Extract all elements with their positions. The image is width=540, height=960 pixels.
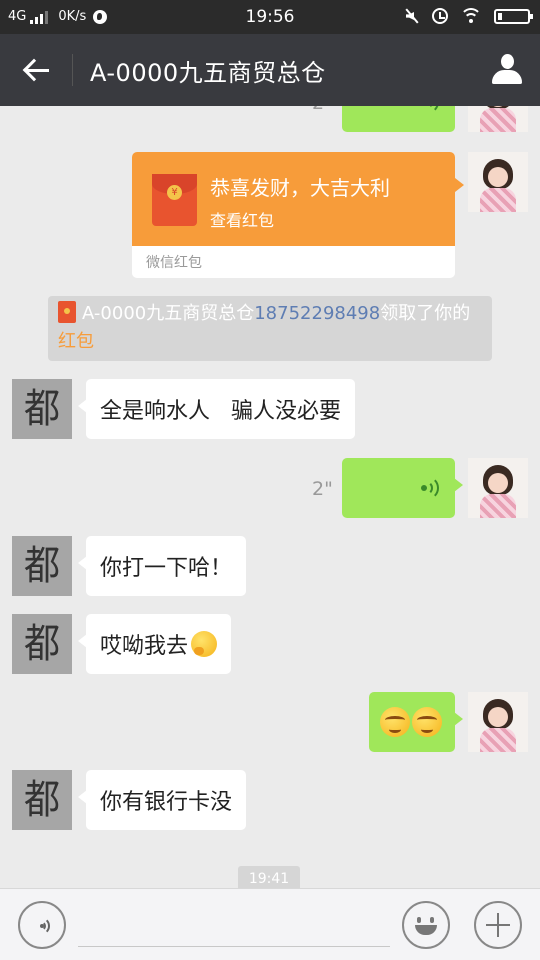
bubble-tail [455,178,464,192]
voice-wave-icon [419,476,441,500]
my-avatar[interactable] [468,152,528,212]
contact-avatar[interactable]: 都 [12,379,72,439]
back-arrow-icon [23,59,49,81]
emoji-message-bubble[interactable] [369,692,463,752]
message-timestamp: 19:41 [238,866,300,888]
red-packet-link[interactable]: 红包 [58,331,94,352]
message-text: 你有银行卡没 [100,790,233,815]
mute-icon [404,8,420,24]
back-button[interactable] [14,50,58,90]
system-notice: A-0000九五商贸总仓18752298498领取了你的红包 [48,296,492,361]
chat-header: A-0000九五商贸总仓 [0,34,540,106]
avatar-glyph: 都 [24,621,60,667]
voice-duration: 2" [312,106,333,114]
message-text: 哎呦我去 [100,634,189,659]
notice-text: 领取了你的 [380,303,471,324]
plus-icon [486,913,510,937]
chat-title: A-0000九五商贸总仓 [90,59,326,87]
battery-icon [494,8,533,24]
status-right [404,8,533,24]
emoji-button[interactable] [402,901,450,949]
smirk-emoji-icon [412,707,442,737]
contact-avatar[interactable]: 都 [12,614,72,674]
message-text: 全是响水人 骗人没必要 [100,399,341,424]
contact-avatar[interactable]: 都 [12,536,72,596]
voice-icon [30,915,52,937]
smile-icon [412,911,440,939]
input-bar [0,888,540,960]
notice-name: A-0000九五商贸总仓 [82,303,255,324]
message-list[interactable]: 2" 恭喜发财，大吉大利 查看红包 微信红包 A-0000九五商贸总仓18752… [0,106,540,888]
more-options-button[interactable] [474,901,522,949]
voice-input-button[interactable] [18,901,66,949]
my-avatar[interactable] [468,458,528,518]
text-message-bubble[interactable]: 哎呦我去 [77,614,232,674]
voice-message-bubble[interactable] [342,106,455,132]
alarm-icon [432,8,448,24]
status-bar: 4G 0K/s 19:56 [0,0,540,34]
message-text: 你打一下哈！ [100,556,233,581]
header-divider [72,54,73,86]
thinking-emoji-icon [191,631,218,657]
text-message-bubble[interactable]: 你有银行卡没 [77,770,247,830]
chat-info-button[interactable] [486,50,526,90]
person-icon [492,54,522,84]
notice-phone[interactable]: 18752298498 [254,303,380,324]
red-packet-footer: 微信红包 [146,255,202,271]
my-avatar[interactable] [468,106,528,132]
my-avatar[interactable] [468,692,528,752]
contact-avatar[interactable]: 都 [12,770,72,830]
red-packet-small-icon [58,301,76,323]
red-packet-subtitle: 查看红包 [210,211,275,230]
red-packet-title: 恭喜发财，大吉大利 [210,176,390,200]
text-message-bubble[interactable]: 全是响水人 骗人没必要 [78,379,355,439]
text-message-bubble[interactable]: 你打一下哈！ [77,536,247,596]
message-input[interactable] [78,903,390,947]
avatar-glyph: 都 [24,386,60,432]
red-packet-icon [152,174,197,226]
voice-duration: 2" [312,478,333,500]
avatar-glyph: 都 [24,777,60,823]
voice-wave-icon [419,106,441,114]
smirk-emoji-icon [380,707,410,737]
wifi-icon [460,8,482,24]
voice-message-bubble[interactable] [342,458,463,518]
avatar-glyph: 都 [24,543,60,589]
red-packet-card[interactable]: 恭喜发财，大吉大利 查看红包 微信红包 [132,152,455,278]
